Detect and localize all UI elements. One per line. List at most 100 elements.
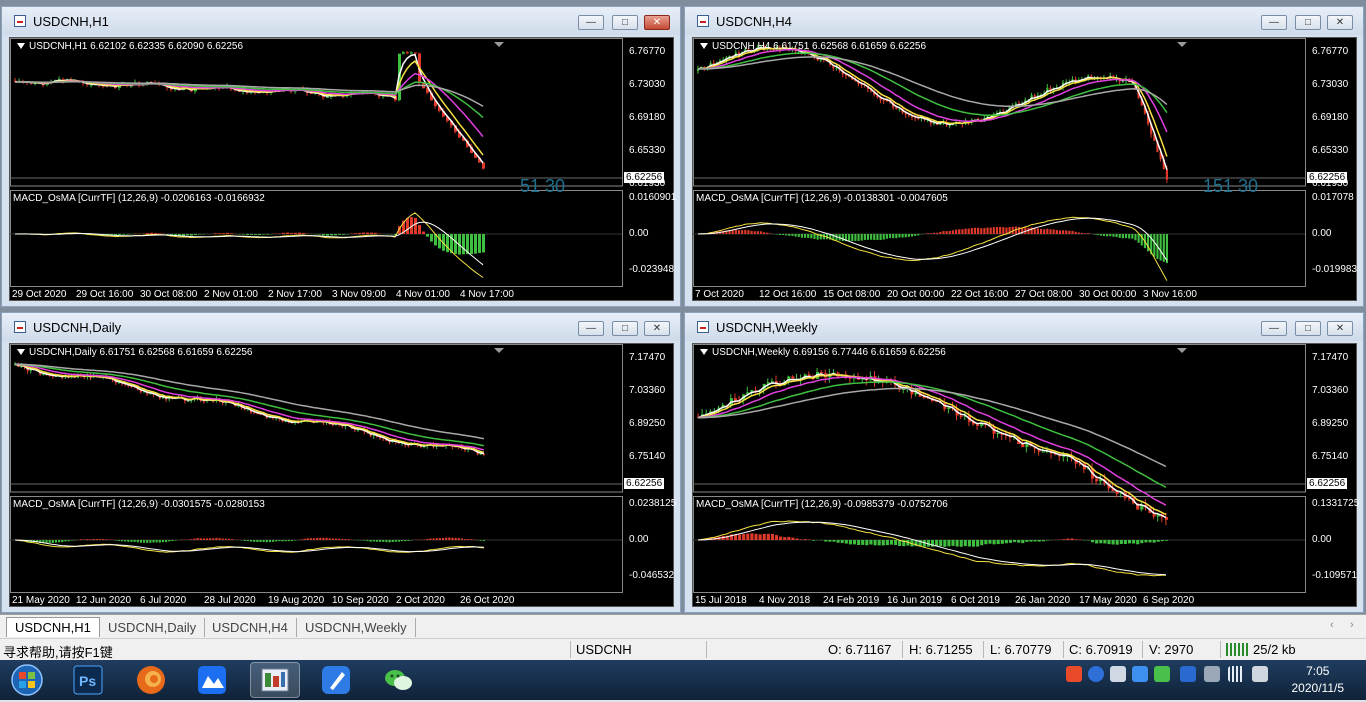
window-titlebar[interactable]: USDCNH,H1 — □ ✕ bbox=[2, 7, 680, 35]
maximize-button[interactable]: □ bbox=[612, 321, 638, 336]
time-axis-label: 12 Jun 2020 bbox=[76, 595, 131, 606]
price-axis-label: 6.65330 bbox=[629, 145, 665, 156]
macd-histogram-bar bbox=[1116, 540, 1119, 545]
chart-plot[interactable] bbox=[10, 38, 673, 300]
minimize-button[interactable]: — bbox=[578, 15, 604, 30]
windows-start-icon[interactable] bbox=[2, 662, 52, 698]
close-button[interactable]: ✕ bbox=[644, 321, 670, 336]
macd-histogram-bar bbox=[442, 538, 444, 540]
minimize-button[interactable]: — bbox=[578, 321, 604, 336]
volume-muted-icon[interactable] bbox=[1252, 666, 1268, 682]
macd-histogram-bar bbox=[960, 540, 963, 547]
macd-histogram-bar bbox=[209, 538, 211, 540]
price-panel-frame bbox=[11, 345, 623, 493]
macd-histogram-bar bbox=[791, 234, 793, 236]
macd-histogram-bar bbox=[186, 234, 189, 235]
close-button[interactable]: ✕ bbox=[644, 15, 670, 30]
price-axis-label: 6.75140 bbox=[629, 451, 665, 462]
chart-window-daily[interactable]: USDCNH,Daily — □ ✕ USDCNH,Daily 6.61751 … bbox=[1, 312, 681, 613]
chart-plot[interactable] bbox=[693, 344, 1356, 606]
macd-histogram-bar bbox=[779, 537, 782, 540]
minimize-button[interactable]: — bbox=[1261, 15, 1287, 30]
close-button[interactable]: ✕ bbox=[1327, 321, 1353, 336]
macd-histogram-bar bbox=[1042, 540, 1045, 541]
wechat-tray-icon[interactable] bbox=[1154, 666, 1170, 682]
macd-histogram-bar bbox=[971, 228, 973, 234]
help-icon[interactable] bbox=[1088, 666, 1104, 682]
time-axis-label: 19 Aug 2020 bbox=[268, 595, 324, 606]
macd-histogram-bar bbox=[1165, 540, 1168, 541]
tab-usdcnh-weekly[interactable]: USDCNH,Weekly bbox=[297, 618, 416, 637]
macd-histogram-bar bbox=[130, 540, 132, 542]
wechat-icon[interactable] bbox=[374, 662, 424, 698]
macd-histogram-bar bbox=[1038, 540, 1041, 542]
chart-shift-marker bbox=[494, 348, 504, 353]
sogou-input-icon[interactable] bbox=[1066, 666, 1082, 682]
chart-canvas[interactable]: USDCNH,H4 6.61751 6.62568 6.61659 6.6225… bbox=[692, 37, 1357, 301]
macd-histogram-bar bbox=[332, 539, 334, 540]
dropdown-triangle-icon[interactable] bbox=[17, 43, 25, 49]
chart-window-h4[interactable]: USDCNH,H4 — □ ✕ USDCNH,H4 6.61751 6.6256… bbox=[684, 6, 1364, 307]
macd-histogram-bar bbox=[49, 540, 51, 543]
macd-histogram-bar bbox=[126, 234, 129, 235]
tab-usdcnh-h1[interactable]: USDCNH,H1 bbox=[6, 617, 100, 637]
macd-histogram-bar bbox=[439, 538, 441, 540]
chart-window-h1[interactable]: USDCNH,H1 — □ ✕ USDCNH,H1 6.62102 6.6233… bbox=[1, 6, 681, 307]
chart-canvas[interactable]: USDCNH,H1 6.62102 6.62335 6.62090 6.6225… bbox=[9, 37, 674, 301]
macd-histogram-bar bbox=[1075, 539, 1078, 540]
macd-histogram-bar bbox=[376, 540, 378, 542]
note-tray-icon[interactable] bbox=[1132, 666, 1148, 682]
metatrader-icon[interactable] bbox=[250, 662, 300, 698]
maximize-button[interactable]: □ bbox=[1295, 15, 1321, 30]
tab-scroll-left-icon[interactable]: ‹ bbox=[1330, 619, 1334, 631]
macd-histogram-bar bbox=[898, 234, 900, 237]
cloud-app-icon[interactable] bbox=[188, 662, 238, 698]
dropdown-triangle-icon[interactable] bbox=[700, 349, 708, 355]
macd-histogram-bar bbox=[461, 538, 463, 540]
candle-body bbox=[997, 433, 1000, 434]
chart-canvas[interactable]: USDCNH,Daily 6.61751 6.62568 6.61659 6.6… bbox=[9, 343, 674, 607]
usb-device-icon[interactable] bbox=[1204, 666, 1220, 682]
window-title: USDCNH,H1 bbox=[33, 14, 109, 29]
feather-note-icon[interactable] bbox=[312, 662, 362, 698]
macd-histogram-bar bbox=[462, 234, 465, 254]
network-signal-icon[interactable] bbox=[1228, 666, 1244, 682]
candle-body bbox=[326, 97, 329, 98]
macd-histogram-bar bbox=[1128, 234, 1130, 238]
macd-histogram-bar bbox=[285, 540, 287, 541]
dropdown-triangle-icon[interactable] bbox=[700, 43, 708, 49]
chart-plot[interactable] bbox=[693, 38, 1356, 300]
macd-histogram-bar bbox=[436, 538, 438, 540]
macd-histogram-bar bbox=[247, 540, 249, 541]
maximize-button[interactable]: □ bbox=[612, 15, 638, 30]
keyboard-icon[interactable] bbox=[1110, 666, 1126, 682]
macd-histogram-bar bbox=[366, 540, 368, 541]
macd-histogram-bar bbox=[140, 540, 142, 543]
maximize-button[interactable]: □ bbox=[1295, 321, 1321, 336]
time-axis-label: 2 Oct 2020 bbox=[396, 595, 445, 606]
macd-histogram-bar bbox=[401, 540, 403, 541]
minimize-button[interactable]: — bbox=[1261, 321, 1287, 336]
close-button[interactable]: ✕ bbox=[1327, 15, 1353, 30]
tab-usdcnh-daily[interactable]: USDCNH,Daily bbox=[100, 618, 205, 637]
taskbar-clock[interactable]: 7:05 2020/11/5 bbox=[1292, 663, 1345, 697]
price-axis-label: 7.17470 bbox=[1312, 352, 1348, 363]
macd-axis-label: 0.0238125 bbox=[629, 498, 676, 509]
macd-histogram-bar bbox=[857, 540, 860, 545]
chart-canvas[interactable]: USDCNH,Weekly 6.69156 6.77446 6.61659 6.… bbox=[692, 343, 1357, 607]
window-titlebar[interactable]: USDCNH,H4 — □ ✕ bbox=[685, 7, 1363, 35]
photoshop-icon[interactable]: Ps bbox=[64, 662, 114, 698]
macd-histogram-bar bbox=[370, 233, 373, 234]
window-titlebar[interactable]: USDCNH,Daily — □ ✕ bbox=[2, 313, 680, 341]
macd-histogram-bar bbox=[865, 540, 868, 545]
macd-histogram-bar bbox=[1134, 234, 1136, 240]
window-titlebar[interactable]: USDCNH,Weekly — □ ✕ bbox=[685, 313, 1363, 341]
macd-histogram-bar bbox=[766, 233, 768, 234]
tab-usdcnh-h4[interactable]: USDCNH,H4 bbox=[204, 618, 297, 637]
chart-plot[interactable] bbox=[10, 344, 673, 606]
dropdown-triangle-icon[interactable] bbox=[17, 349, 25, 355]
chart-window-weekly[interactable]: USDCNH,Weekly — □ ✕ USDCNH,Weekly 6.6915… bbox=[684, 312, 1364, 613]
tab-scroll-right-icon[interactable]: › bbox=[1350, 619, 1354, 631]
security-shield-icon[interactable] bbox=[1180, 666, 1196, 682]
firefox-icon[interactable] bbox=[126, 662, 176, 698]
